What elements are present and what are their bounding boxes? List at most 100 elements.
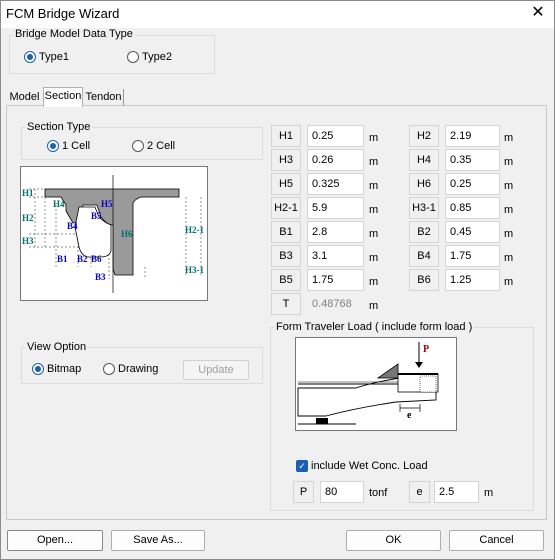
param-h6-input[interactable]: 0.25 bbox=[445, 173, 500, 195]
param-h2-input[interactable]: 2.19 bbox=[445, 125, 500, 147]
param-b4-unit: m bbox=[504, 252, 514, 264]
param-b5-label: B5 bbox=[271, 269, 301, 291]
label-h2: H2 bbox=[22, 213, 34, 223]
radio-drawing-label: Drawing bbox=[118, 363, 159, 375]
save-as-button[interactable]: Save As... bbox=[111, 530, 205, 551]
param-h4-input[interactable]: 0.35 bbox=[445, 149, 500, 171]
label-b1: B1 bbox=[57, 254, 68, 264]
radio-1-cell-label: 1 Cell bbox=[62, 140, 91, 152]
radio-bitmap[interactable]: Bitmap bbox=[32, 363, 81, 375]
section-type-title: Section Type bbox=[25, 121, 93, 133]
tab-tendon[interactable]: Tendon bbox=[84, 89, 124, 106]
diagram-e-label: e bbox=[407, 410, 412, 421]
param-h4-label: H4 bbox=[409, 149, 439, 171]
close-icon[interactable]: ✕ bbox=[527, 2, 549, 24]
wet-conc-checkbox[interactable]: ✓ bbox=[296, 460, 308, 472]
radio-type2[interactable]: Type2 bbox=[127, 51, 172, 63]
radio-1-cell[interactable]: 1 Cell bbox=[47, 140, 90, 152]
param-t-label: T bbox=[271, 293, 301, 315]
wet-conc-label: include Wet Conc. Load bbox=[311, 460, 428, 472]
param-b1-input[interactable]: 2.8 bbox=[307, 221, 364, 243]
param-h5-unit: m bbox=[369, 180, 379, 192]
radio-type1-label: Type1 bbox=[39, 51, 69, 63]
label-h1: H1 bbox=[22, 188, 34, 198]
param-h1-input[interactable]: 0.25 bbox=[307, 125, 364, 147]
load-p-unit: tonf bbox=[369, 487, 388, 499]
data-type-title: Bridge Model Data Type bbox=[13, 28, 135, 40]
param-b6-label: B6 bbox=[409, 269, 439, 291]
label-b3: B3 bbox=[95, 272, 106, 282]
param-h3-unit: m bbox=[369, 156, 379, 168]
open-button[interactable]: Open... bbox=[7, 530, 103, 551]
radio-type1-dot bbox=[24, 51, 36, 63]
param-h1-unit: m bbox=[369, 132, 379, 144]
param-h3-label: H3 bbox=[271, 149, 301, 171]
param-h2-label: H2 bbox=[409, 125, 439, 147]
section-diagram: H1 H2 H3 H4 H5 H6 H2-1 H3-1 B1 B2 B3 B4 … bbox=[20, 166, 208, 301]
param-h5-input[interactable]: 0.325 bbox=[307, 173, 364, 195]
param-h2-1-label: H2-1 bbox=[271, 197, 301, 219]
label-h6: H6 bbox=[121, 229, 133, 239]
param-b5-unit: m bbox=[369, 276, 379, 288]
radio-1-cell-dot bbox=[47, 140, 59, 152]
param-b4-input[interactable]: 1.75 bbox=[445, 245, 500, 267]
radio-type2-label: Type2 bbox=[142, 51, 172, 63]
radio-2-cell-label: 2 Cell bbox=[147, 140, 176, 152]
load-e-label: e bbox=[409, 481, 430, 503]
label-h4: H4 bbox=[53, 199, 65, 209]
param-b3-label: B3 bbox=[271, 245, 301, 267]
param-b5-input[interactable]: 1.75 bbox=[307, 269, 364, 291]
load-e-input[interactable]: 2.5 bbox=[434, 481, 479, 503]
param-h6-unit: m bbox=[504, 180, 514, 192]
param-h3-1-input[interactable]: 0.85 bbox=[445, 197, 500, 219]
cancel-button[interactable]: Cancel bbox=[449, 530, 544, 551]
param-h3-input[interactable]: 0.26 bbox=[307, 149, 364, 171]
radio-bitmap-label: Bitmap bbox=[47, 363, 82, 375]
param-b4-label: B4 bbox=[409, 245, 439, 267]
radio-type2-dot bbox=[127, 51, 139, 63]
param-t-input: 0.48768 bbox=[307, 293, 364, 315]
label-h3-1: H3-1 bbox=[185, 265, 204, 275]
label-h2-1: H2-1 bbox=[185, 225, 204, 235]
radio-drawing[interactable]: Drawing bbox=[103, 363, 158, 375]
tab-model[interactable]: Model bbox=[8, 89, 41, 106]
param-t-unit: m bbox=[369, 300, 379, 312]
param-b3-unit: m bbox=[369, 252, 379, 264]
param-b3-input[interactable]: 3.1 bbox=[307, 245, 364, 267]
label-h5: H5 bbox=[101, 199, 113, 209]
param-h2-1-unit: m bbox=[369, 204, 379, 216]
ok-button[interactable]: OK bbox=[346, 530, 441, 551]
param-h2-1-input[interactable]: 5.9 bbox=[307, 197, 364, 219]
box-girder-drawing: H1 H2 H3 H4 H5 H6 H2-1 H3-1 B1 B2 B3 B4 … bbox=[22, 175, 204, 293]
label-b4: B4 bbox=[67, 221, 78, 231]
load-p-label: P bbox=[293, 481, 314, 503]
param-h5-label: H5 bbox=[271, 173, 301, 195]
view-option-title: View Option bbox=[25, 341, 89, 353]
radio-2-cell[interactable]: 2 Cell bbox=[132, 140, 175, 152]
param-b1-unit: m bbox=[369, 228, 379, 240]
param-b6-input[interactable]: 1.25 bbox=[445, 269, 500, 291]
param-b2-label: B2 bbox=[409, 221, 439, 243]
form-traveler-title: Form Traveler Load ( include form load ) bbox=[274, 321, 475, 333]
radio-bitmap-dot bbox=[32, 363, 44, 375]
load-p-input[interactable]: 80 bbox=[320, 481, 364, 503]
param-b1-label: B1 bbox=[271, 221, 301, 243]
label-b6: B6 bbox=[91, 254, 102, 264]
radio-2-cell-dot bbox=[132, 140, 144, 152]
param-b2-unit: m bbox=[504, 228, 514, 240]
window-title: FCM Bridge Wizard bbox=[6, 6, 120, 21]
param-h4-unit: m bbox=[504, 156, 514, 168]
param-b2-input[interactable]: 0.45 bbox=[445, 221, 500, 243]
radio-type1[interactable]: Type1 bbox=[24, 51, 69, 63]
update-button[interactable]: Update bbox=[183, 360, 249, 380]
load-e-unit: m bbox=[484, 487, 494, 499]
param-h6-label: H6 bbox=[409, 173, 439, 195]
param-h3-1-unit: m bbox=[504, 204, 514, 216]
label-b5: B5 bbox=[91, 211, 102, 221]
param-h1-label: H1 bbox=[271, 125, 301, 147]
traveler-drawing: P e bbox=[297, 342, 439, 425]
param-b6-unit: m bbox=[504, 276, 514, 288]
form-traveler-diagram: P e bbox=[295, 337, 457, 431]
param-h2-unit: m bbox=[504, 132, 514, 144]
tab-section[interactable]: Section bbox=[43, 87, 83, 107]
